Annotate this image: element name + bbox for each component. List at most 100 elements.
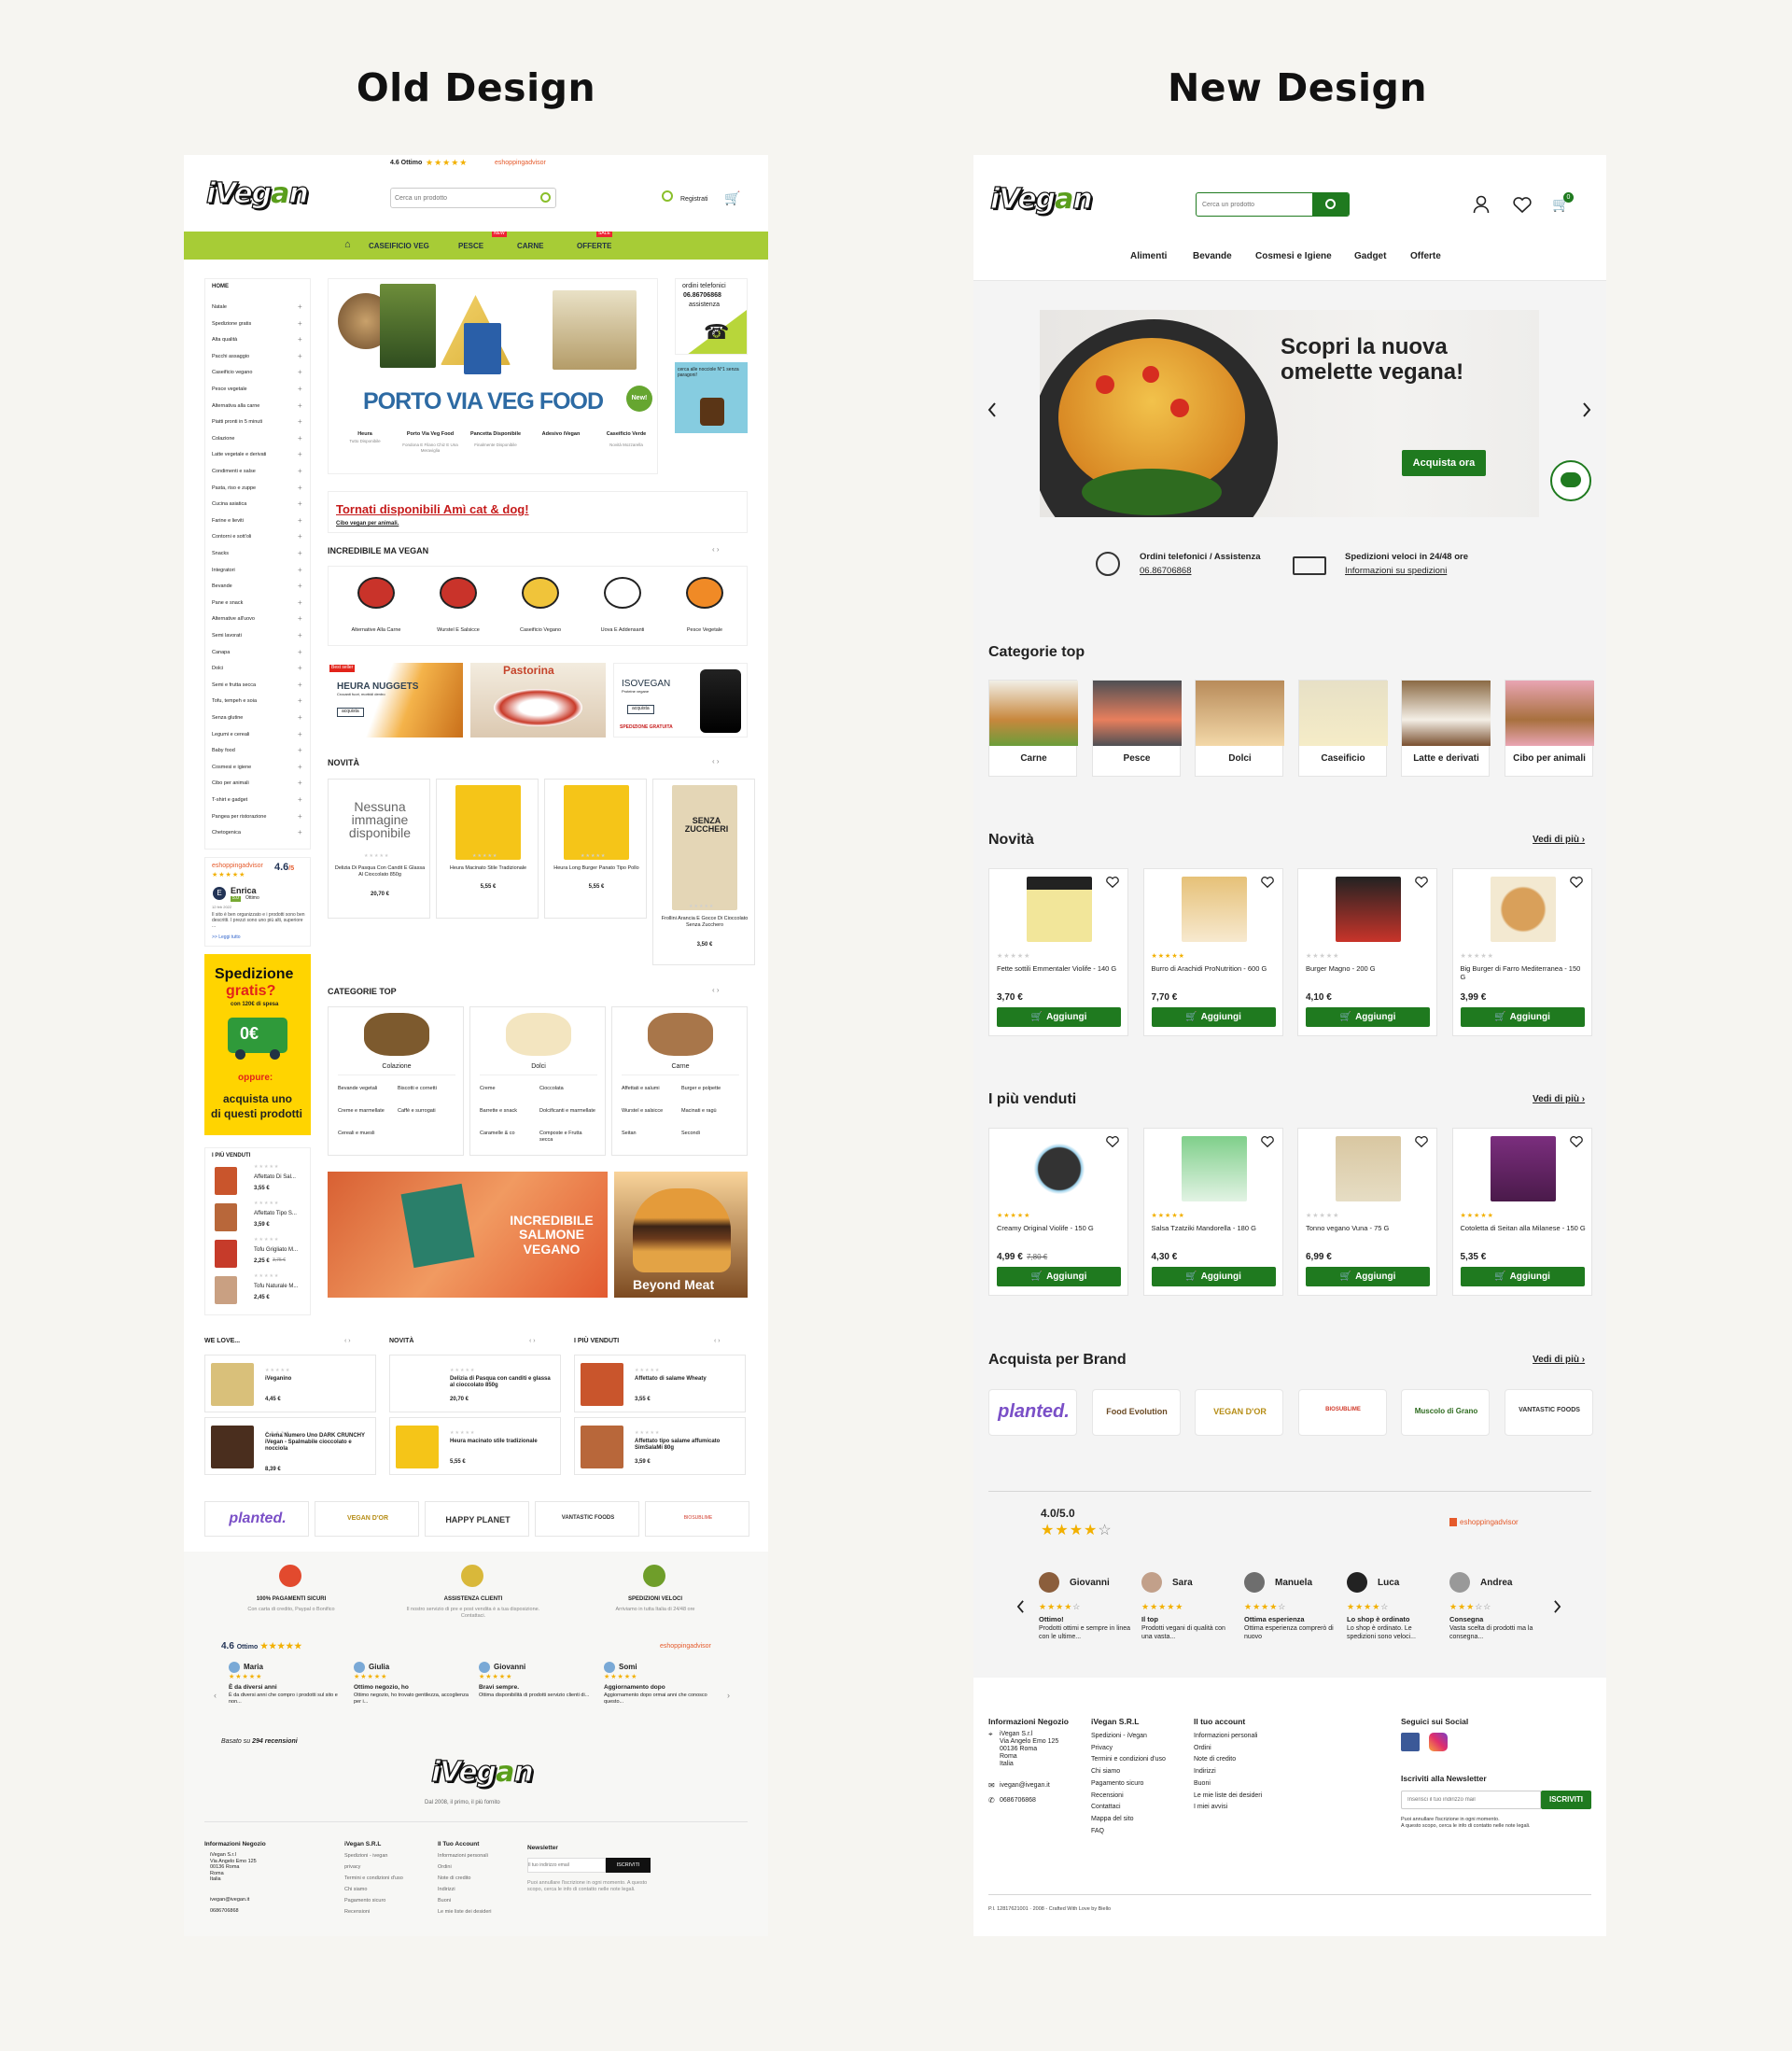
old-footer-news-input[interactable]: [527, 1858, 606, 1873]
old-hero-tab-title[interactable]: Pancetta Disponibile: [466, 431, 525, 438]
old-incredibile-label[interactable]: Caseificio Vegano: [501, 627, 580, 633]
old-sidebar-expand-icon[interactable]: +: [298, 828, 302, 836]
old-sidebar-item[interactable]: Pasta, riso e zuppe +: [212, 484, 305, 497]
old-cattop-sub[interactable]: Caffè e surrogati: [398, 1108, 454, 1115]
old-sidebar-item[interactable]: Semi e frutta secca +: [212, 681, 305, 694]
old-cattop-card[interactable]: Colazione Bevande vegetali Biscotti e corn…: [328, 1006, 464, 1156]
new-footer-c3-link[interactable]: Informazioni personali: [1194, 1733, 1257, 1740]
old-footer-c2-link[interactable]: Recensioni: [344, 1909, 419, 1915]
old-sidebar-expand-icon[interactable]: +: [298, 549, 302, 557]
old-sidebar-expand-icon[interactable]: +: [298, 319, 302, 328]
old-sidebar-expand-icon[interactable]: +: [298, 795, 302, 804]
new-chat-button[interactable]: [1550, 460, 1591, 501]
old-side-bestseller-image[interactable]: [215, 1203, 237, 1231]
old-sidebar-item[interactable]: Cucina asiatica +: [212, 499, 305, 513]
new-product-wishlist-icon[interactable]: [1260, 877, 1274, 888]
old-sidebar-item[interactable]: Alternativa alla carne +: [212, 401, 305, 414]
new-product-wishlist-icon[interactable]: [1415, 877, 1428, 888]
old-sidebar-item[interactable]: Latte vegetale e derivati +: [212, 450, 305, 463]
new-brands-more[interactable]: Vedi di più ›: [1533, 1355, 1585, 1366]
old-cattop-sub[interactable]: Wurstel e salsicce: [622, 1108, 678, 1115]
old-incredibile-label[interactable]: Pesce Vegetale: [665, 627, 744, 633]
old-incredibile-icon[interactable]: [604, 577, 641, 609]
old-sidebar-item[interactable]: Pacchi assaggio +: [212, 352, 305, 365]
old-footer-c3-link[interactable]: Informazioni personali: [438, 1853, 499, 1859]
new-logo[interactable]: iVegan: [989, 182, 1093, 216]
new-product-card[interactable]: ★★★★★ Burger Magno - 200 G 4,10 € 🛒 Aggiungi: [1297, 868, 1437, 1036]
old-novita-name[interactable]: Heura Macinato Stile Tradizionale: [442, 865, 534, 872]
old-col-name[interactable]: Delizia di Pasqua con canditi e glassa a…: [450, 1376, 554, 1389]
old-col-card[interactable]: ★★★★★ Heura macinato stile tradizionale 5,…: [389, 1417, 561, 1475]
old-banner-nuggets[interactable]: Best seller HEURA NUGGETS Crocanti fuori…: [328, 663, 463, 738]
new-footer-c3-link[interactable]: I miei avvisi: [1194, 1804, 1227, 1811]
old-reviews-next[interactable]: ›: [727, 1691, 730, 1700]
old-phone-box[interactable]: ordini telefonici 06.86706868 assistenza…: [675, 278, 748, 355]
old-footer-news-button[interactable]: ISCRIVITI: [606, 1858, 651, 1873]
old-banner-pastorina[interactable]: Pastorina: [470, 663, 606, 738]
old-sidebar-expand-icon[interactable]: +: [298, 302, 302, 311]
new-product-wishlist-icon[interactable]: [1415, 1136, 1428, 1147]
old-sidebar-item[interactable]: Baby food +: [212, 746, 305, 759]
old-sidebar-item[interactable]: Alternative all'uovo +: [212, 614, 305, 627]
old-col-name[interactable]: Affettato di salame Wheaty: [635, 1376, 739, 1383]
new-footer-c2-link[interactable]: Termini e condizioni d'uso: [1091, 1756, 1166, 1763]
new-footer-c2-link[interactable]: Spedizioni - iVegan: [1091, 1733, 1147, 1740]
old-footer-c3-link[interactable]: Ordini: [438, 1864, 499, 1870]
old-novita-arrows[interactable]: ‹ ›: [712, 757, 720, 766]
new-nav-item[interactable]: Gadget: [1354, 251, 1386, 262]
old-brand-logo[interactable]: planted.: [204, 1501, 309, 1537]
old-cattop-sub[interactable]: Creme e marmellate: [338, 1108, 394, 1115]
old-sidebar-expand-icon[interactable]: +: [298, 746, 302, 754]
new-product-name[interactable]: Big Burger di Farro Mediterranea - 150 G: [1461, 964, 1588, 981]
old-sidebar-item[interactable]: Colazione +: [212, 434, 305, 447]
old-novita-name[interactable]: Heura Long Burger Panato Tipo Pollo: [551, 865, 642, 872]
new-product-wishlist-icon[interactable]: [1106, 1136, 1119, 1147]
old-sidebar-item[interactable]: Pane e snack +: [212, 598, 305, 611]
new-footer-c3-link[interactable]: Buoni: [1194, 1780, 1211, 1788]
old-sidebar-item[interactable]: Cosmesi e igiene +: [212, 763, 305, 776]
old-sidebar-item[interactable]: Bevande +: [212, 582, 305, 595]
old-nocciole-banner[interactable]: cerca alle nocciole N°1 senza paragoni!: [675, 362, 748, 433]
old-side-bestseller-image[interactable]: [215, 1240, 237, 1268]
old-side-review-more[interactable]: >> Leggi tutto: [212, 934, 241, 941]
old-sidebar-expand-icon[interactable]: +: [298, 681, 302, 689]
new-product-card[interactable]: ★★★★★ Salsa Tzatziki Mandorella - 180 G 4,…: [1142, 1128, 1283, 1296]
old-brand-logo[interactable]: BIOSUBLIME: [645, 1501, 749, 1537]
new-hero-banner[interactable]: Scopri la nuova omelette vegana! Acquist…: [1040, 310, 1539, 517]
old-sidebar-expand-icon[interactable]: +: [298, 352, 302, 360]
old-novita-name[interactable]: Delizia Di Pasqua Con Candit E Glassa Al…: [334, 865, 426, 878]
old-col-name[interactable]: iVeganino: [265, 1376, 370, 1383]
old-search-input[interactable]: [395, 191, 535, 204]
old-sidebar-expand-icon[interactable]: +: [298, 696, 302, 705]
old-incredibile-label[interactable]: Wurstel E Salsicce: [419, 627, 497, 633]
old-cattop-sub[interactable]: Creme: [480, 1086, 536, 1092]
old-side-bestseller-name[interactable]: Tofu Naturale M...: [254, 1284, 298, 1290]
old-incredibile-icon[interactable]: [440, 577, 477, 609]
old-col-name[interactable]: Affettato tipo salame affumicato SimSala…: [635, 1439, 739, 1452]
new-best-more[interactable]: Vedi di più ›: [1533, 1094, 1585, 1105]
old-sidebar-expand-icon[interactable]: +: [298, 401, 302, 410]
old-footer-phone[interactable]: 0686706868: [210, 1908, 239, 1914]
old-incredibile-icon[interactable]: [686, 577, 723, 609]
old-cattop-sub[interactable]: Bevande vegetali: [338, 1086, 394, 1092]
old-brand-logo[interactable]: HAPPY PLANET: [425, 1501, 529, 1537]
new-category-card[interactable]: Carne: [988, 680, 1078, 777]
new-product-name[interactable]: Tonno vegano Vuna - 75 G: [1306, 1224, 1433, 1232]
old-sidebar-item[interactable]: Condimenti e salse +: [212, 467, 305, 480]
new-product-name[interactable]: Burger Magno - 200 G: [1306, 964, 1433, 973]
old-notice-sub[interactable]: Cibo vegan per animali.: [336, 521, 399, 527]
old-home-icon[interactable]: ⌂: [344, 239, 351, 251]
old-sidebar-expand-icon[interactable]: +: [298, 532, 302, 541]
old-sidebar-expand-icon[interactable]: +: [298, 368, 302, 376]
new-category-card[interactable]: Latte e derivati: [1401, 680, 1491, 777]
old-incredibile-label[interactable]: Uova E Addensanti: [583, 627, 662, 633]
new-facebook-icon[interactable]: [1401, 1733, 1420, 1751]
new-footer-news-button[interactable]: ISCRIVITI: [1541, 1791, 1591, 1809]
new-product-name[interactable]: Creamy Original Violife - 150 G: [997, 1224, 1124, 1232]
old-col-card[interactable]: ★★★★★ Affettato tipo salame affumicato Si…: [574, 1417, 746, 1475]
new-product-card[interactable]: ★★★★★ Creamy Original Violife - 150 G 4,99…: [988, 1128, 1128, 1296]
old-side-bestseller-name[interactable]: Affettato Di Sal...: [254, 1174, 296, 1181]
old-notice-title[interactable]: Tornati disponibili Amì cat & dog!: [336, 502, 529, 517]
new-footer-c3-link[interactable]: Le mie liste dei desideri: [1194, 1792, 1262, 1800]
new-nav-item[interactable]: Offerte: [1410, 251, 1441, 262]
